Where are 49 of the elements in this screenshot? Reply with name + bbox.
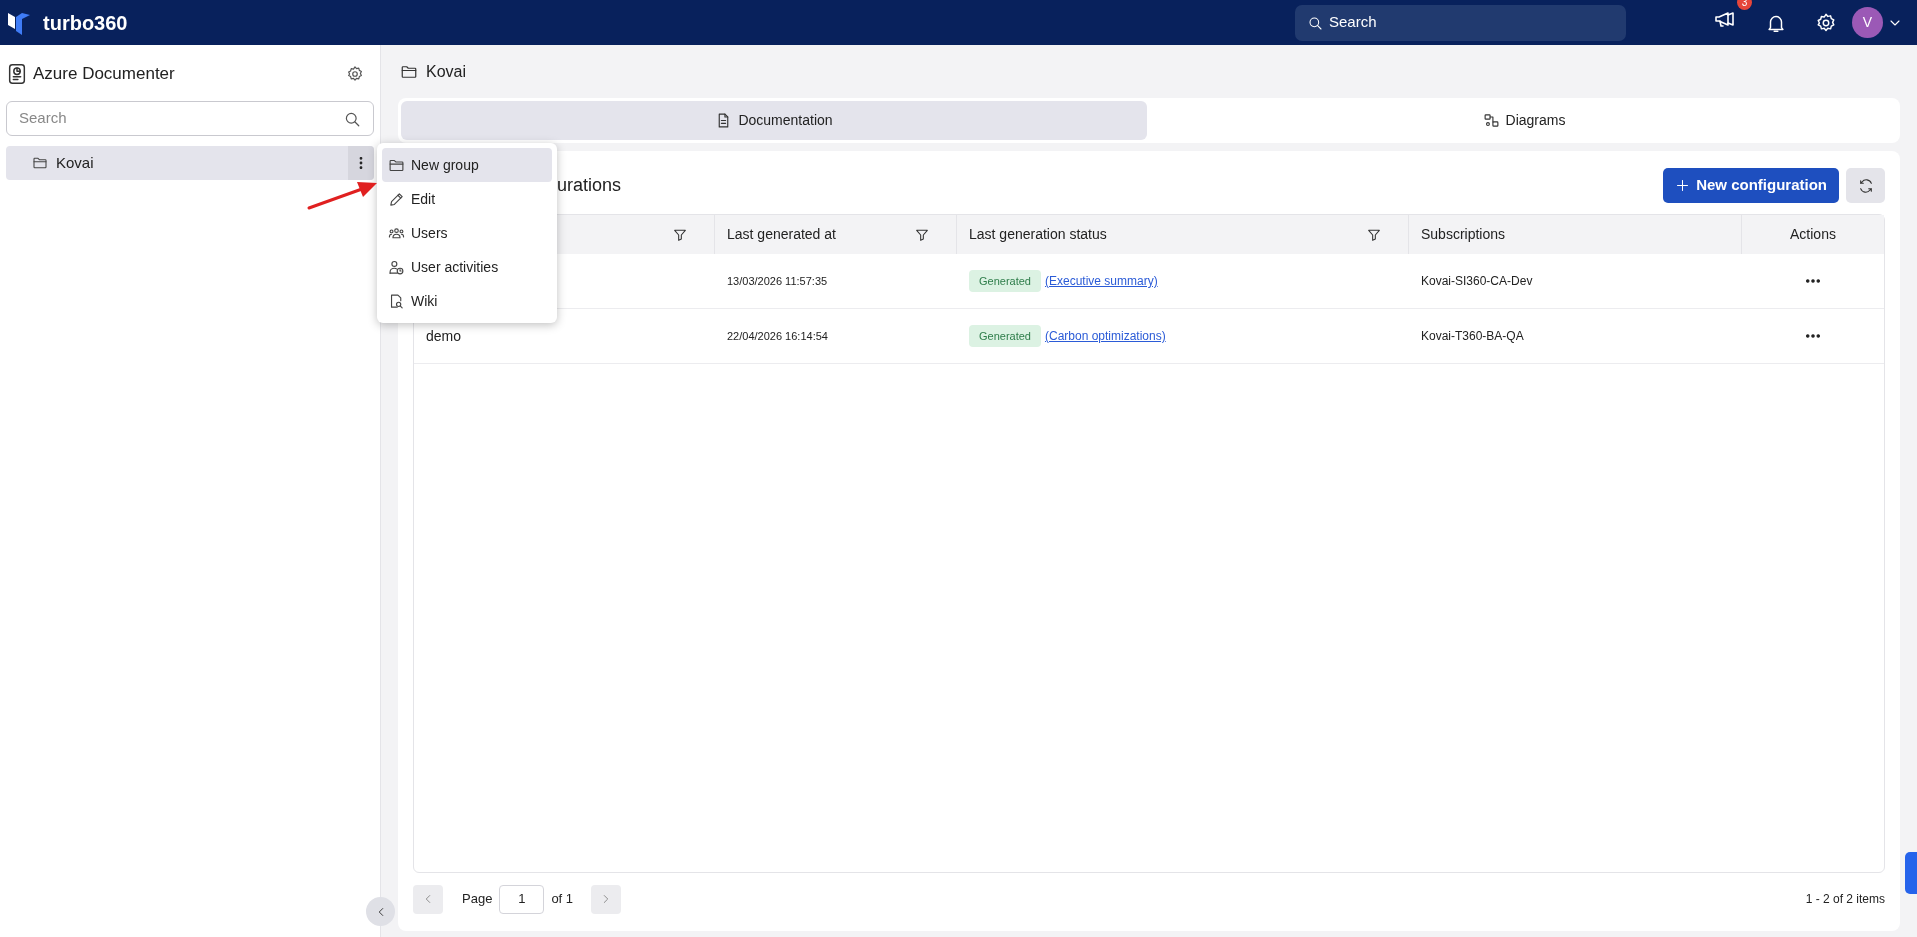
search-field[interactable]: Search — [6, 101, 374, 136]
status-badge: Generated — [969, 324, 1041, 348]
panel-title: urations — [557, 174, 622, 197]
item-label: Kovai — [56, 152, 95, 173]
menu-item[interactable]: Users — [382, 216, 552, 250]
diagram-icon — [1482, 112, 1500, 129]
column-header: Last generation status — [969, 225, 1108, 244]
page-count: of 1 — [551, 890, 574, 909]
user-avatar[interactable]: V — [1852, 7, 1883, 38]
page-field[interactable]: 1 — [499, 884, 545, 914]
page-label: Page — [462, 890, 493, 909]
settings-icon[interactable] — [1815, 11, 1837, 34]
logo-icon — [8, 10, 30, 35]
item-count: 1 - 2 of 2 items — [1805, 891, 1885, 908]
plus-icon — [1675, 178, 1691, 193]
user-clock-icon — [388, 258, 405, 276]
menu-item[interactable]: User activities — [382, 250, 552, 284]
table-cell-text: demo — [426, 326, 462, 346]
search-placeholder: Search — [19, 108, 68, 129]
breadcrumb: Kovai — [426, 61, 467, 82]
brand-name: turbo360 — [43, 10, 128, 36]
pencil-icon — [388, 190, 405, 208]
table-cell-text: Kovai-SI360-CA-Dev — [1421, 273, 1533, 290]
new-configuration-button[interactable]: New configuration — [1663, 168, 1839, 203]
menu-item[interactable]: Edit — [382, 182, 552, 216]
search-field[interactable]: Search — [1295, 4, 1626, 41]
table-cell-text: 22/04/2026 16:14:54 — [727, 328, 828, 344]
table-cell-text: 13/03/2026 11:57:35 — [727, 273, 828, 289]
status-badge: Generated — [969, 269, 1041, 293]
app-title: Azure Documenter — [33, 63, 175, 86]
table-cell-text: Kovai-T360-BA-QA — [1421, 328, 1524, 345]
report-link[interactable]: (Carbon optimizations) — [1045, 327, 1166, 345]
search-placeholder: Search — [1329, 12, 1377, 33]
tree-item[interactable]: Kovai — [6, 146, 374, 180]
tab[interactable]: Documentation — [401, 101, 1147, 140]
document-chart-icon — [6, 62, 28, 86]
refresh-button[interactable] — [1846, 168, 1885, 203]
column-header: Subscriptions — [1421, 225, 1507, 244]
folder-icon — [32, 155, 48, 171]
column-header: Actions — [1789, 225, 1837, 244]
column-header: Last generated at — [727, 225, 837, 244]
refresh-icon — [1857, 177, 1874, 194]
search-icon — [1307, 14, 1323, 31]
document-search-icon — [388, 292, 405, 310]
menu-item[interactable]: New group — [382, 148, 552, 182]
arrow-annotation — [306, 181, 378, 211]
settings-icon[interactable] — [346, 65, 364, 83]
menu-item[interactable]: Wiki — [382, 284, 552, 318]
report-link[interactable]: (Executive summary) — [1045, 272, 1158, 290]
